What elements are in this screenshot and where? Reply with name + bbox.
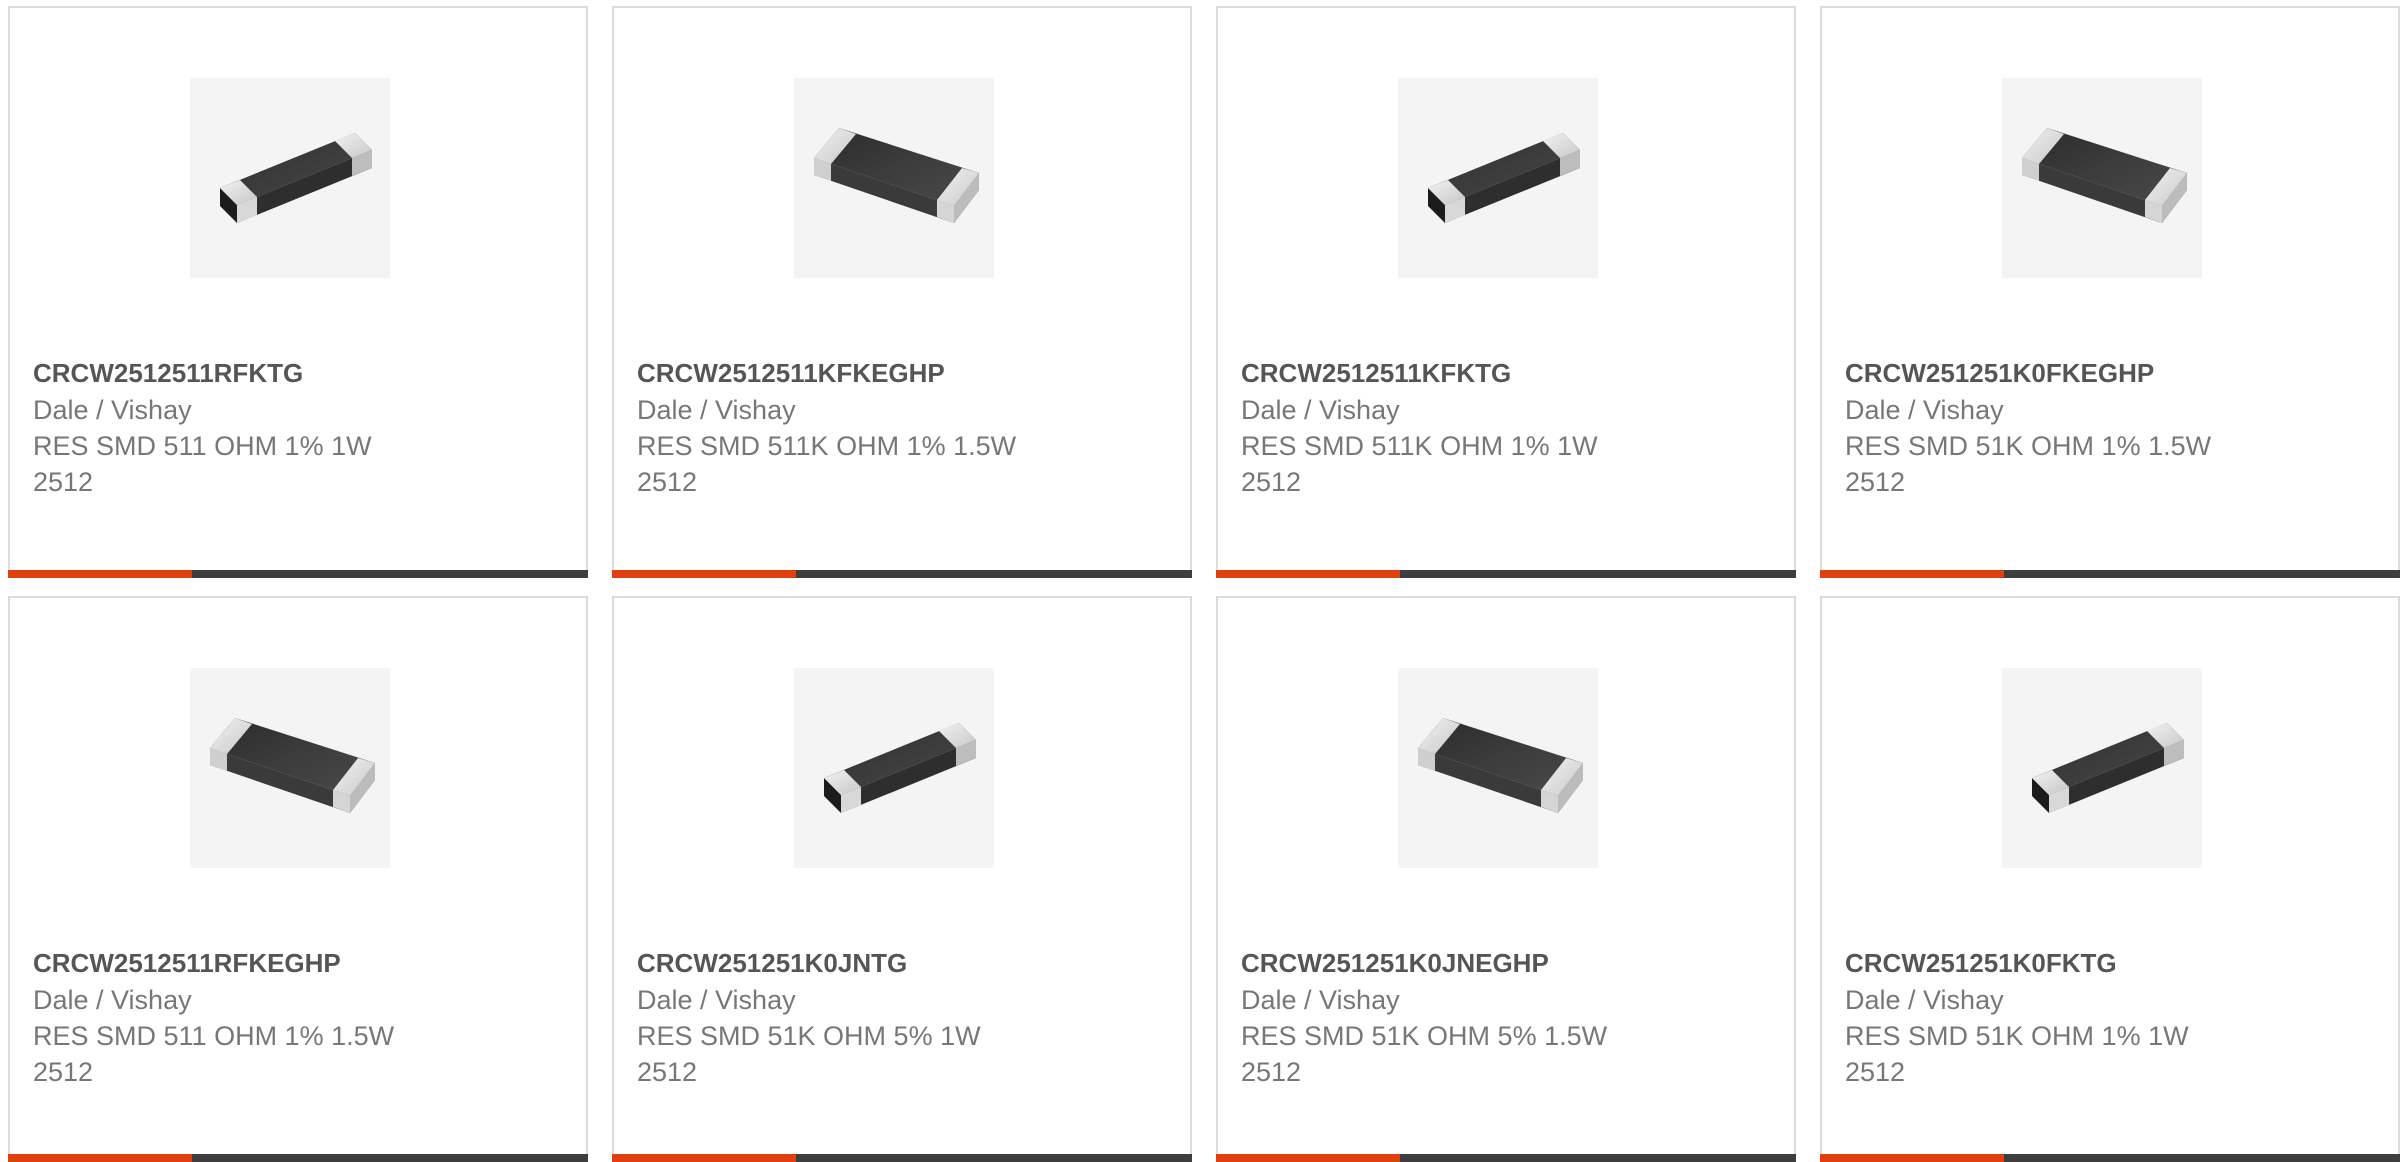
product-card[interactable]: CRCW2512511KFKEGHP Dale / Vishay RES SMD… (612, 6, 1192, 578)
description: RES SMD 511 OHM 1% 1W (33, 431, 372, 461)
product-info: CRCW2512511RFKTG Dale / Vishay RES SMD 5… (33, 354, 576, 500)
package: 2512 (637, 1057, 698, 1087)
product-image[interactable] (2002, 668, 2202, 868)
package: 2512 (1845, 467, 1906, 497)
card-bottom-bar (8, 1154, 588, 1162)
product-image[interactable] (2002, 78, 2202, 278)
product-info: CRCW251251K0FKTG Dale / Vishay RES SMD 5… (1845, 944, 2388, 1090)
card-bottom-bar (1820, 570, 2400, 578)
card-bottom-bar (612, 570, 1192, 578)
smd-resistor-chip-icon (2022, 128, 2187, 223)
description: RES SMD 51K OHM 5% 1.5W (1241, 1021, 1608, 1051)
product-grid: CRCW2512511RFKTG Dale / Vishay RES SMD 5… (0, 0, 2400, 1162)
part-number[interactable]: CRCW2512511RFKEGHP (33, 944, 576, 982)
card-accent (1216, 1154, 1400, 1162)
card-bottom-bar (1820, 1154, 2400, 1162)
card-bottom-bar (612, 1154, 1192, 1162)
description: RES SMD 511 OHM 1% 1.5W (33, 1021, 395, 1051)
product-image[interactable] (794, 78, 994, 278)
card-bottom-bar (8, 570, 588, 578)
manufacturer: Dale / Vishay (1241, 395, 1400, 425)
manufacturer: Dale / Vishay (1845, 395, 2004, 425)
smd-resistor-chip-icon (2032, 723, 2184, 813)
part-number[interactable]: CRCW2512511RFKTG (33, 354, 576, 392)
card-accent (612, 1154, 796, 1162)
card-accent (8, 570, 192, 578)
manufacturer: Dale / Vishay (637, 985, 796, 1015)
product-image[interactable] (190, 668, 390, 868)
package: 2512 (1241, 467, 1302, 497)
description: RES SMD 51K OHM 1% 1.5W (1845, 431, 2212, 461)
card-accent (1216, 570, 1400, 578)
product-image[interactable] (794, 668, 994, 868)
product-info: CRCW2512511KFKEGHP Dale / Vishay RES SMD… (637, 354, 1180, 500)
manufacturer: Dale / Vishay (33, 985, 192, 1015)
product-card[interactable]: CRCW251251K0FKTG Dale / Vishay RES SMD 5… (1820, 596, 2400, 1162)
package: 2512 (1241, 1057, 1302, 1087)
product-image[interactable] (1398, 78, 1598, 278)
card-accent (1820, 1154, 2004, 1162)
product-image[interactable] (190, 78, 390, 278)
product-image[interactable] (1398, 668, 1598, 868)
part-number[interactable]: CRCW251251K0JNEGHP (1241, 944, 1784, 982)
product-card[interactable]: CRCW251251K0FKEGHP Dale / Vishay RES SMD… (1820, 6, 2400, 578)
product-card[interactable]: CRCW251251K0JNTG Dale / Vishay RES SMD 5… (612, 596, 1192, 1162)
smd-resistor-chip-icon (1428, 133, 1580, 223)
card-accent (8, 1154, 192, 1162)
part-number[interactable]: CRCW251251K0FKEGHP (1845, 354, 2388, 392)
manufacturer: Dale / Vishay (1845, 985, 2004, 1015)
part-number[interactable]: CRCW251251K0JNTG (637, 944, 1180, 982)
package: 2512 (1845, 1057, 1906, 1087)
product-card[interactable]: CRCW2512511KFKTG Dale / Vishay RES SMD 5… (1216, 6, 1796, 578)
product-info: CRCW251251K0FKEGHP Dale / Vishay RES SMD… (1845, 354, 2388, 500)
product-card[interactable]: CRCW2512511RFKEGHP Dale / Vishay RES SMD… (8, 596, 588, 1162)
part-number[interactable]: CRCW2512511KFKEGHP (637, 354, 1180, 392)
description: RES SMD 511K OHM 1% 1.5W (637, 431, 1017, 461)
card-accent (1820, 570, 2004, 578)
description: RES SMD 51K OHM 5% 1W (637, 1021, 981, 1051)
package: 2512 (33, 1057, 94, 1087)
card-bottom-bar (1216, 570, 1796, 578)
package: 2512 (637, 467, 698, 497)
smd-resistor-chip-icon (210, 718, 375, 813)
product-info: CRCW2512511RFKEGHP Dale / Vishay RES SMD… (33, 944, 576, 1090)
product-info: CRCW251251K0JNEGHP Dale / Vishay RES SMD… (1241, 944, 1784, 1090)
manufacturer: Dale / Vishay (33, 395, 192, 425)
description: RES SMD 511K OHM 1% 1W (1241, 431, 1598, 461)
part-number[interactable]: CRCW2512511KFKTG (1241, 354, 1784, 392)
manufacturer: Dale / Vishay (637, 395, 796, 425)
smd-resistor-chip-icon (814, 128, 979, 223)
product-info: CRCW2512511KFKTG Dale / Vishay RES SMD 5… (1241, 354, 1784, 500)
card-accent (612, 570, 796, 578)
description: RES SMD 51K OHM 1% 1W (1845, 1021, 2189, 1051)
smd-resistor-chip-icon (220, 133, 372, 223)
part-number[interactable]: CRCW251251K0FKTG (1845, 944, 2388, 982)
smd-resistor-chip-icon (1418, 718, 1583, 813)
product-info: CRCW251251K0JNTG Dale / Vishay RES SMD 5… (637, 944, 1180, 1090)
product-card[interactable]: CRCW2512511RFKTG Dale / Vishay RES SMD 5… (8, 6, 588, 578)
smd-resistor-chip-icon (824, 723, 976, 813)
product-card[interactable]: CRCW251251K0JNEGHP Dale / Vishay RES SMD… (1216, 596, 1796, 1162)
package: 2512 (33, 467, 94, 497)
card-bottom-bar (1216, 1154, 1796, 1162)
manufacturer: Dale / Vishay (1241, 985, 1400, 1015)
